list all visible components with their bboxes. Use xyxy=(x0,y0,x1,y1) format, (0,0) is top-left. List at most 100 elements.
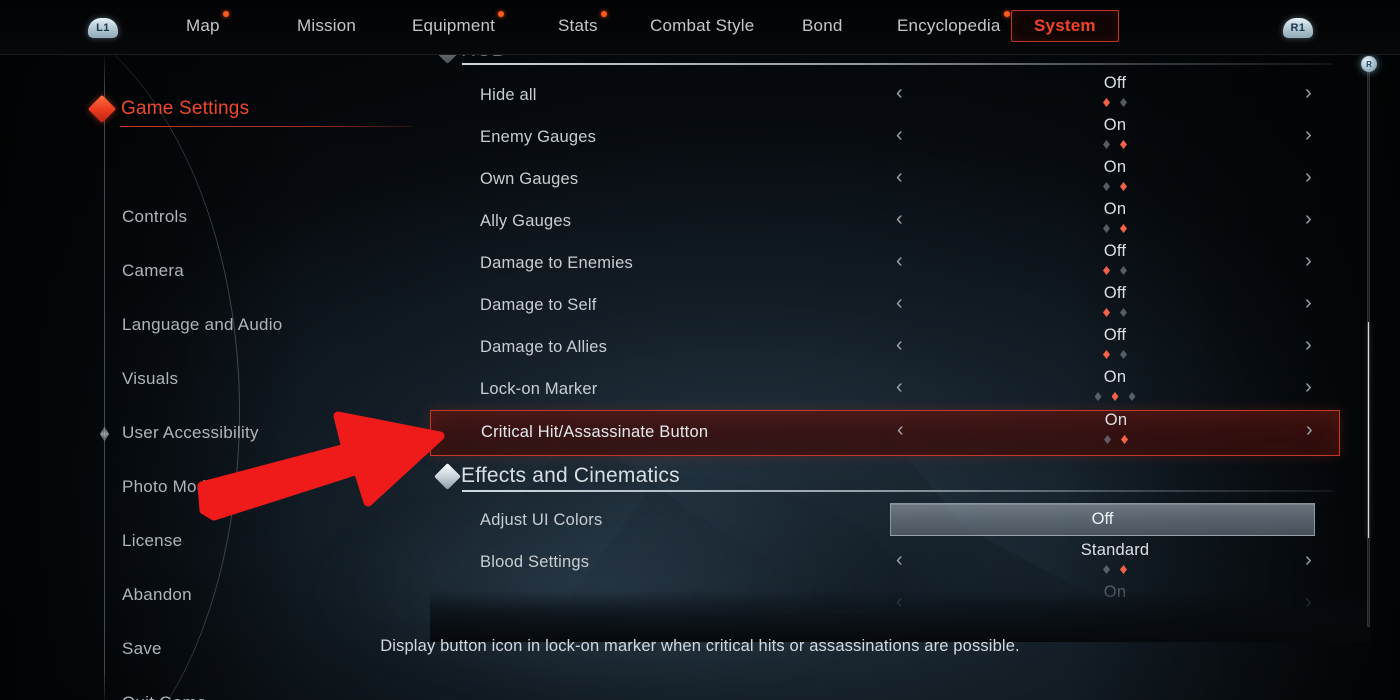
nav-tab-stats[interactable]: Stats xyxy=(558,11,607,36)
sidebar-header-label: Game Settings xyxy=(121,98,250,119)
prev-value-arrow-icon[interactable]: ‹ xyxy=(896,334,903,357)
prev-value-arrow-icon[interactable]: ‹ xyxy=(896,376,903,399)
prev-value-arrow-icon[interactable]: ‹ xyxy=(896,166,903,189)
pip-icon xyxy=(1103,308,1110,317)
pip-icon xyxy=(1103,350,1110,359)
value-pip-indicator xyxy=(1010,350,1220,359)
nav-tab-encyclopedia[interactable]: Encyclopedia xyxy=(897,11,1010,36)
value-pip-indicator xyxy=(1010,308,1220,317)
nav-tab-bond[interactable]: Bond xyxy=(802,16,843,36)
prev-value-arrow-icon[interactable]: ‹ xyxy=(896,124,903,147)
setting-row-own-gauges[interactable]: Own Gauges ‹ On › xyxy=(430,158,1340,202)
section-divider-hud xyxy=(462,63,1332,65)
setting-value: On xyxy=(1103,158,1127,176)
next-value-arrow-icon[interactable]: › xyxy=(1305,334,1312,357)
content-scrollbar-track[interactable] xyxy=(1367,72,1370,627)
sidebar-item-quit-game[interactable]: Quit Game xyxy=(122,693,422,700)
setting-label: Blood Settings xyxy=(480,553,590,571)
next-value-arrow-icon[interactable]: › xyxy=(1305,124,1312,147)
prev-value-arrow-icon[interactable]: ‹ xyxy=(896,549,903,572)
sidebar-item-user-accessibility[interactable]: User Accessibility xyxy=(122,423,422,477)
sidebar-item-list: Controls Camera Language and Audio Visua… xyxy=(122,207,422,700)
prev-value-arrow-icon[interactable]: ‹ xyxy=(897,419,904,442)
setting-row-hide-all[interactable]: Hide all ‹ Off › xyxy=(430,74,1340,118)
pip-icon xyxy=(1128,392,1136,401)
l1-bumper-icon[interactable]: L1 xyxy=(88,18,118,38)
r1-bumper-icon[interactable]: R1 xyxy=(1283,18,1313,38)
setting-label: Ally Gauges xyxy=(480,212,572,230)
nav-tab-equipment[interactable]: Equipment xyxy=(412,11,505,36)
nav-tab-map[interactable]: Map xyxy=(186,11,229,36)
next-value-arrow-icon[interactable]: › xyxy=(1305,166,1312,189)
nav-tab-combat-style-label: Combat Style xyxy=(650,16,755,35)
setting-row-adjust-ui-colors[interactable]: Adjust UI Colors Off xyxy=(430,501,1340,543)
section-divider-effects xyxy=(462,490,1332,492)
prev-value-arrow-icon[interactable]: ‹ xyxy=(896,292,903,315)
pip-icon xyxy=(1104,435,1111,444)
next-value-arrow-icon[interactable]: › xyxy=(1306,419,1313,442)
setting-row-damage-to-enemies[interactable]: Damage to Enemies ‹ Off › xyxy=(430,242,1340,286)
content-scrollbar-thumb[interactable] xyxy=(1368,321,1369,538)
next-value-arrow-icon[interactable]: › xyxy=(1305,208,1312,231)
notification-dot-icon xyxy=(600,11,607,17)
pip-icon xyxy=(1103,98,1110,107)
setting-row-enemy-gauges[interactable]: Enemy Gauges ‹ On › xyxy=(430,116,1340,160)
setting-row-ally-gauges[interactable]: Ally Gauges ‹ On › xyxy=(430,200,1340,244)
nav-tab-system[interactable]: System xyxy=(1011,10,1119,42)
next-value-arrow-icon[interactable]: › xyxy=(1305,549,1312,572)
setting-value: Off xyxy=(1103,74,1127,92)
next-value-arrow-icon[interactable]: › xyxy=(1305,292,1312,315)
pip-icon xyxy=(1120,140,1127,149)
setting-row-blood-settings[interactable]: Blood Settings ‹ Standard › xyxy=(430,541,1340,585)
pip-icon xyxy=(1120,98,1127,107)
setting-label: Own Gauges xyxy=(480,170,579,188)
sidebar-item-photo-mode[interactable]: Photo Mode xyxy=(122,477,422,531)
prev-value-arrow-icon[interactable]: ‹ xyxy=(896,208,903,231)
setting-row-damage-to-self[interactable]: Damage to Self ‹ Off › xyxy=(430,284,1340,328)
sidebar-item-camera[interactable]: Camera xyxy=(122,261,422,315)
right-stick-scroll-icon[interactable]: R xyxy=(1361,56,1377,72)
next-value-arrow-icon[interactable]: › xyxy=(1305,376,1312,399)
setting-value: On xyxy=(1103,583,1127,601)
setting-value: On xyxy=(1103,368,1127,386)
nav-tab-combat-style[interactable]: Combat Style xyxy=(650,16,754,36)
diamond-icon xyxy=(434,462,461,490)
sidebar-item-license[interactable]: License xyxy=(122,531,422,585)
pip-icon xyxy=(1103,224,1110,233)
sidebar-item-visuals[interactable]: Visuals xyxy=(122,369,422,423)
next-value-arrow-icon[interactable]: › xyxy=(1305,250,1312,273)
sidebar-item-controls[interactable]: Controls xyxy=(122,207,422,261)
nav-tab-bond-label: Bond xyxy=(802,16,843,35)
adjust-ui-colors-toggle-button[interactable]: Off xyxy=(890,503,1315,536)
setting-label: Critical Hit/Assassinate Button xyxy=(481,423,709,441)
pip-icon xyxy=(1103,140,1110,149)
setting-row-critical-hit-assassinate-button[interactable]: Critical Hit/Assassinate Button ‹ On › xyxy=(430,410,1340,456)
nav-tab-encyclopedia-label: Encyclopedia xyxy=(897,16,1001,35)
setting-row-partial-bottom[interactable]: ‹ On › xyxy=(430,583,1340,627)
setting-label: Lock-on Marker xyxy=(480,380,598,398)
nav-tab-mission[interactable]: Mission xyxy=(297,16,356,36)
value-pip-indicator xyxy=(1010,565,1220,574)
pip-icon xyxy=(1103,182,1110,191)
prev-value-arrow-icon[interactable]: ‹ xyxy=(896,250,903,273)
setting-value: On xyxy=(1103,116,1127,134)
setting-row-damage-to-allies[interactable]: Damage to Allies ‹ Off › xyxy=(430,326,1340,370)
nav-tab-stats-label: Stats xyxy=(558,16,598,35)
setting-label: Damage to Enemies xyxy=(480,254,633,272)
setting-label: Damage to Allies xyxy=(480,338,608,356)
next-value-arrow-icon[interactable]: › xyxy=(1305,82,1312,105)
value-pip-indicator xyxy=(1010,392,1220,401)
prev-value-arrow-icon[interactable]: ‹ xyxy=(896,591,903,614)
pip-icon xyxy=(1103,266,1110,275)
game-settings-screen: L1 R1 Map Mission Equipment Stats Combat… xyxy=(0,0,1400,700)
pip-icon xyxy=(1120,182,1127,191)
nav-tab-equipment-label: Equipment xyxy=(412,16,496,35)
sidebar-item-abandon[interactable]: Abandon xyxy=(122,585,422,639)
nav-tab-mission-label: Mission xyxy=(297,16,357,35)
next-value-arrow-icon[interactable]: › xyxy=(1305,591,1312,614)
setting-value: On xyxy=(1103,200,1127,218)
sidebar-item-language-and-audio[interactable]: Language and Audio xyxy=(122,315,422,369)
sidebar-scroll-rail[interactable] xyxy=(104,50,105,700)
prev-value-arrow-icon[interactable]: ‹ xyxy=(896,82,903,105)
setting-row-lock-on-marker[interactable]: Lock-on Marker ‹ On › xyxy=(430,368,1340,412)
